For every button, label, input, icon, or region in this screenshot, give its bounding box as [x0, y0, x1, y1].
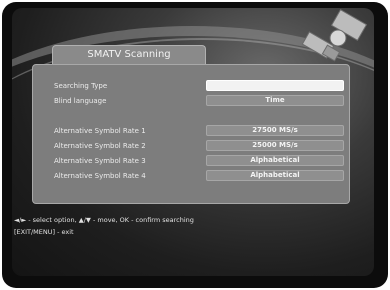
symbol-rate-row-2[interactable]: Alternative Symbol Rate 2 25000 MS/s [54, 140, 344, 152]
symbol-rate-value[interactable]: 25000 MS/s [206, 140, 344, 151]
symbol-rate-value[interactable]: 27500 MS/s [206, 125, 344, 136]
symbol-rate-value[interactable]: Alphabetical [206, 155, 344, 166]
blind-language-row[interactable]: Blind language Time [54, 95, 344, 107]
symbol-rate-label: Alternative Symbol Rate 2 [54, 142, 146, 150]
help-line-navigation: ◄/► - select option, ▲/▼ - move, OK - co… [14, 216, 194, 224]
window-title: SMATV Scanning [52, 45, 206, 64]
searching-type-row[interactable]: Searching Type [54, 80, 344, 92]
symbol-rate-label: Alternative Symbol Rate 4 [54, 172, 146, 180]
searching-type-value[interactable] [206, 80, 344, 91]
help-bar: ◄/► - select option, ▲/▼ - move, OK - co… [14, 214, 354, 240]
symbol-rate-label: Alternative Symbol Rate 3 [54, 157, 146, 165]
help-line-exit: [EXIT/MENU] - exit [14, 228, 74, 236]
symbol-rate-row-4[interactable]: Alternative Symbol Rate 4 Alphabetical [54, 170, 344, 182]
symbol-rate-value[interactable]: Alphabetical [206, 170, 344, 181]
symbol-rate-label: Alternative Symbol Rate 1 [54, 127, 146, 135]
symbol-rate-row-3[interactable]: Alternative Symbol Rate 3 Alphabetical [54, 155, 344, 167]
blind-language-label: Blind language [54, 97, 107, 105]
searching-type-label: Searching Type [54, 82, 108, 90]
blind-language-value[interactable]: Time [206, 95, 344, 106]
symbol-rate-row-1[interactable]: Alternative Symbol Rate 1 27500 MS/s [54, 125, 344, 137]
